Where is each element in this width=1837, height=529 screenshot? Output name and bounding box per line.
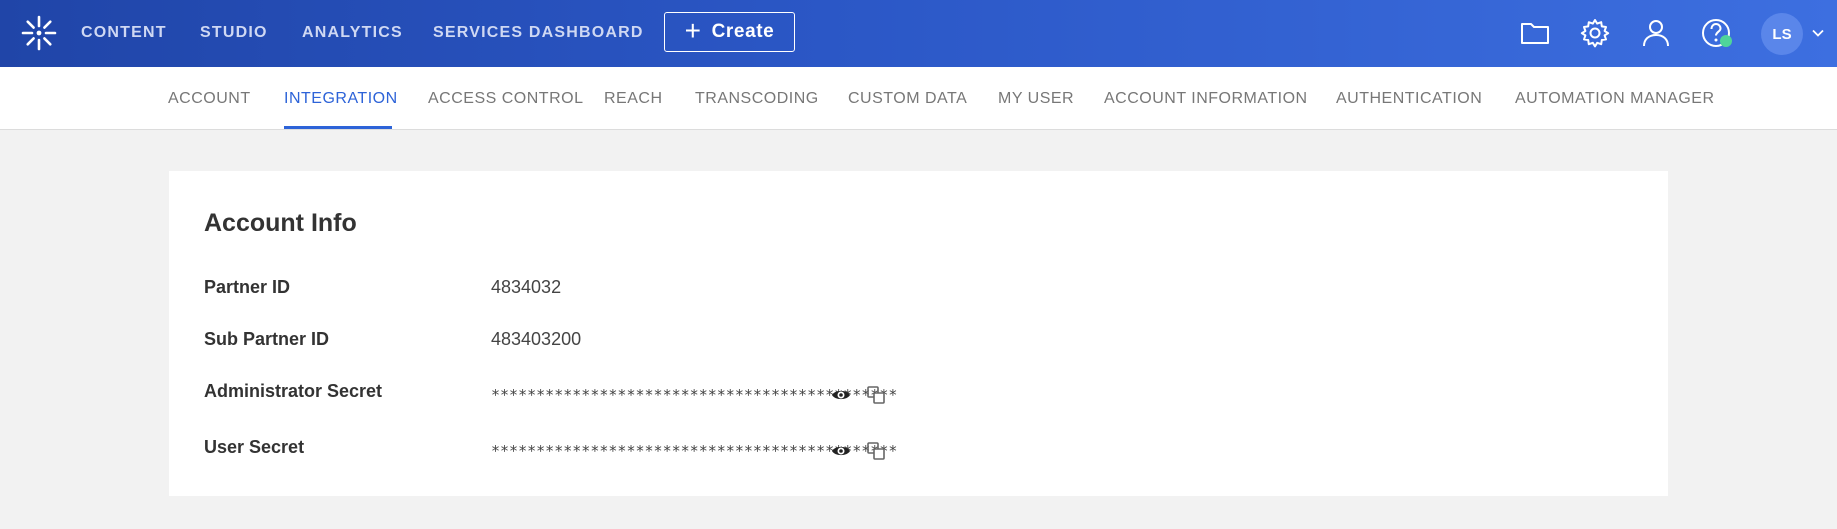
create-button-label: Create <box>711 21 775 42</box>
chevron-down-icon[interactable] <box>1811 26 1825 40</box>
settings-tabs: ACCOUNT INTEGRATION ACCESS CONTROL REACH… <box>0 67 1837 130</box>
tab-custom-data[interactable]: CUSTOM DATA <box>848 67 967 129</box>
topnav-analytics[interactable]: ANALYTICS <box>302 0 403 67</box>
gear-icon[interactable] <box>1578 16 1612 50</box>
tab-transcoding[interactable]: TRANSCODING <box>695 67 819 129</box>
top-bar: CONTENT STUDIO ANALYTICS SERVICES DASHBO… <box>0 0 1837 67</box>
eye-icon[interactable] <box>831 441 851 461</box>
tab-access-control[interactable]: ACCESS CONTROL <box>428 67 583 129</box>
tab-account-information[interactable]: ACCOUNT INFORMATION <box>1104 67 1308 129</box>
active-tab-indicator <box>284 126 392 129</box>
copy-icon[interactable] <box>866 441 886 461</box>
tab-reach[interactable]: REACH <box>604 67 663 129</box>
tab-my-user[interactable]: MY USER <box>998 67 1074 129</box>
topnav-services-dashboard[interactable]: SERVICES DASHBOARD <box>433 0 644 67</box>
card-title: Account Info <box>204 209 357 237</box>
sub-partner-id-value: 483403200 <box>491 329 582 349</box>
sub-partner-id-label: Sub Partner ID <box>204 329 330 349</box>
copy-icon[interactable] <box>866 385 886 405</box>
tab-integration[interactable]: INTEGRATION <box>284 67 398 129</box>
logo-icon[interactable] <box>19 13 59 53</box>
eye-icon[interactable] <box>831 385 851 405</box>
status-dot <box>1720 35 1732 47</box>
plus-icon: + <box>684 14 702 46</box>
tab-account[interactable]: ACCOUNT <box>168 67 251 129</box>
avatar[interactable]: LS <box>1761 13 1803 55</box>
tab-automation-manager[interactable]: AUTOMATION MANAGER <box>1515 67 1715 129</box>
topnav-studio[interactable]: STUDIO <box>200 0 268 67</box>
partner-id-value: 4834032 <box>491 277 562 297</box>
topnav-content[interactable]: CONTENT <box>81 0 167 67</box>
account-info-card: Account Info Partner ID 4834032 Sub Part… <box>169 171 1668 496</box>
partner-id-label: Partner ID <box>204 277 291 297</box>
user-secret-label: User Secret <box>204 437 305 457</box>
folder-icon[interactable] <box>1518 16 1552 50</box>
user-icon[interactable] <box>1639 16 1673 50</box>
administrator-secret-label: Administrator Secret <box>204 381 383 401</box>
create-button[interactable]: + Create <box>664 12 795 52</box>
tab-authentication[interactable]: AUTHENTICATION <box>1336 67 1482 129</box>
